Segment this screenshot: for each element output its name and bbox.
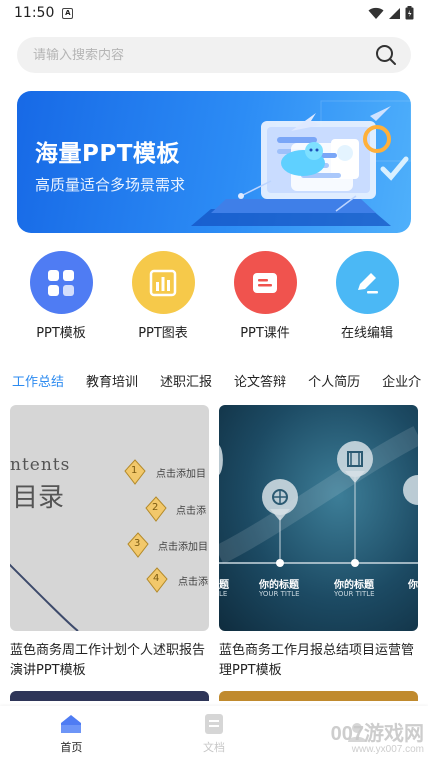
watermark-main: 007游戏网: [330, 723, 424, 745]
template-title[interactable]: 蓝色商务周工作计划个人述职报告演讲PPT模板: [10, 641, 209, 681]
search-input[interactable]: [33, 47, 375, 63]
nav-home[interactable]: 首页: [0, 706, 143, 762]
quick-ppt-template[interactable]: PPT模板: [16, 251, 106, 341]
thumb-item: 点击添: [178, 577, 208, 588]
promo-banner[interactable]: 海量PPT模板 高质量适合多场景需求: [17, 91, 411, 233]
app-notification-icon: A: [62, 7, 74, 19]
template-title[interactable]: 蓝色商务工作月报总结项目运营管理PPT模板: [219, 641, 418, 681]
thumb-num: 3: [134, 538, 141, 549]
edit-icon: [358, 272, 378, 293]
banner-title: 海量PPT模板: [35, 141, 180, 167]
quick-label: 在线编辑: [340, 326, 393, 341]
template-thumbnail[interactable]: 题 LE 你的标题 YOUR TITLE 你的标题 YOUR TITLE 你: [219, 405, 418, 631]
quick-label: PPT模板: [36, 326, 86, 341]
document-icon: [205, 714, 223, 734]
tab-report[interactable]: 述职汇报: [160, 363, 212, 403]
thumbnail-art: [10, 459, 168, 631]
search-icon[interactable]: [375, 44, 397, 66]
next-card-peek[interactable]: [219, 691, 418, 701]
thumb-label: 题: [219, 580, 229, 591]
thumb-num: 1: [131, 465, 138, 476]
signal-icon: [389, 7, 400, 19]
search-bar[interactable]: [17, 37, 411, 73]
thumb-heading-en: ntents: [10, 455, 71, 475]
thumb-sublabel: YOUR TITLE: [259, 590, 300, 598]
banner-subtitle: 高质量适合多场景需求: [35, 176, 186, 194]
banner-illustration: [191, 100, 411, 226]
thumb-item: 点击添加目: [156, 469, 206, 480]
bar-chart-icon: [149, 269, 177, 296]
tab-education[interactable]: 教育培训: [86, 363, 138, 403]
tab-resume[interactable]: 个人简历: [308, 363, 360, 403]
thumb-label: 你: [408, 580, 418, 591]
category-tabs: 工作总结 教育培训 述职汇报 论文答辩 个人简历 企业介: [0, 363, 428, 403]
thumb-item: 点击添: [176, 506, 206, 517]
tab-company[interactable]: 企业介: [382, 363, 421, 403]
status-bar: 11:50 A: [0, 0, 428, 26]
quick-ppt-chart[interactable]: PPT图表: [118, 251, 208, 341]
quick-label: PPT图表: [138, 326, 188, 341]
home-icon: [61, 715, 82, 733]
thumb-label: 你的标题: [334, 580, 374, 591]
template-thumbnail[interactable]: ntents 目录 1 2 3 4 点击添加目 点击添 点击添加目 点击添: [10, 405, 209, 631]
courseware-icon: [253, 272, 277, 293]
quick-label: PPT课件: [240, 326, 290, 341]
tab-thesis[interactable]: 论文答辩: [234, 363, 286, 403]
thumb-sublabel: LE: [219, 590, 228, 598]
thumbnail-art: [219, 426, 418, 567]
template-card[interactable]: 题 LE 你的标题 YOUR TITLE 你的标题 YOUR TITLE 你 蓝…: [219, 405, 418, 681]
template-card[interactable]: ntents 目录 1 2 3 4 点击添加目 点击添 点击添加目 点击添 蓝色…: [10, 405, 209, 681]
wifi-icon: [368, 7, 384, 19]
nav-docs-label: 文档: [203, 741, 225, 754]
next-card-peek[interactable]: [10, 691, 209, 701]
thumb-sublabel: YOUR TITLE: [334, 590, 375, 598]
quick-online-edit[interactable]: 在线编辑: [322, 251, 412, 341]
thumb-label: 你的标题: [259, 580, 299, 591]
watermark-url: www.yx007.com: [351, 744, 424, 755]
tab-work-summary[interactable]: 工作总结: [12, 363, 64, 403]
nav-home-label: 首页: [60, 741, 83, 754]
thumb-num: 2: [152, 502, 159, 513]
battery-icon: [405, 6, 414, 20]
thumb-heading-cn: 目录: [12, 483, 65, 513]
thumb-num: 4: [153, 573, 160, 584]
grid-icon: [48, 269, 74, 296]
status-time: 11:50: [14, 5, 55, 21]
quick-ppt-courseware[interactable]: PPT课件: [220, 251, 310, 341]
nav-docs[interactable]: 文档: [143, 706, 286, 762]
watermark: 007游戏网 www.yx007.com: [331, 724, 424, 756]
thumb-item: 点击添加目: [158, 542, 208, 553]
